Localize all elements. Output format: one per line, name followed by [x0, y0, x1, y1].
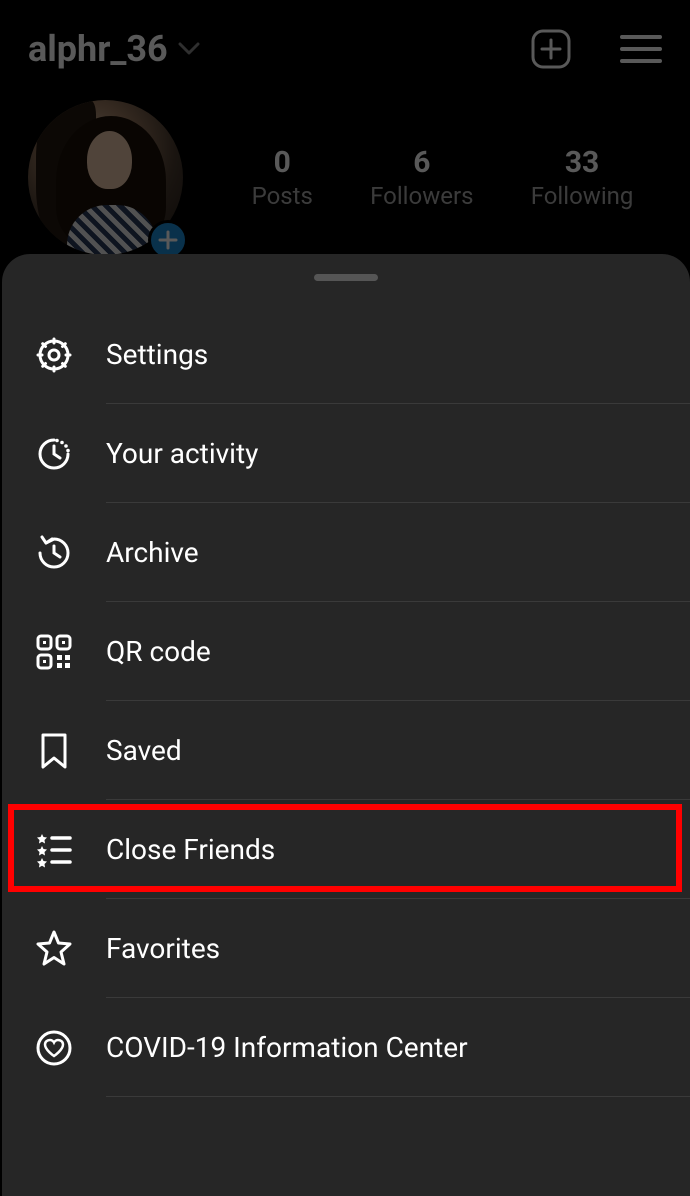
menu-item-close-friends[interactable]: Close Friends	[2, 800, 690, 899]
stat-following[interactable]: 33 Following	[531, 145, 634, 210]
menu-button[interactable]	[620, 33, 662, 65]
menu-label: QR code	[106, 635, 211, 668]
username: alphr_36	[28, 28, 168, 70]
star-icon	[34, 929, 74, 969]
gear-icon	[34, 335, 74, 375]
avatar-container[interactable]	[28, 100, 183, 255]
activity-icon	[34, 434, 74, 474]
bookmark-icon	[34, 731, 74, 771]
stat-count: 6	[370, 145, 473, 180]
heart-circle-icon	[34, 1028, 74, 1068]
stat-label: Followers	[370, 182, 473, 210]
stat-posts[interactable]: 0 Posts	[252, 145, 313, 210]
menu-label: Settings	[106, 338, 208, 371]
menu-label: Close Friends	[106, 833, 275, 866]
stat-label: Following	[531, 182, 634, 210]
archive-icon	[34, 533, 74, 573]
stat-count: 0	[252, 145, 313, 180]
menu-item-favorites[interactable]: Favorites	[2, 899, 690, 998]
close-friends-icon	[34, 830, 74, 870]
drag-handle[interactable]	[314, 274, 378, 281]
profile-header: alphr_36	[0, 0, 690, 70]
menu-item-activity[interactable]: Your activity	[2, 404, 690, 503]
menu-label: Saved	[106, 734, 182, 767]
menu-item-qrcode[interactable]: QR code	[2, 602, 690, 701]
chevron-down-icon	[178, 42, 200, 56]
divider	[106, 1096, 690, 1097]
stat-followers[interactable]: 6 Followers	[370, 145, 473, 210]
menu-item-archive[interactable]: Archive	[2, 503, 690, 602]
menu-label: COVID-19 Information Center	[106, 1031, 468, 1064]
profile-summary: 0 Posts 6 Followers 33 Following	[0, 70, 690, 255]
stat-count: 33	[531, 145, 634, 180]
header-actions	[530, 28, 662, 70]
menu-item-saved[interactable]: Saved	[2, 701, 690, 800]
stat-label: Posts	[252, 182, 313, 210]
username-switcher[interactable]: alphr_36	[28, 28, 200, 70]
bottom-sheet: Settings Your activity Archive	[2, 254, 690, 1196]
menu-item-covid[interactable]: COVID-19 Information Center	[2, 998, 690, 1097]
create-button[interactable]	[530, 28, 572, 70]
stats-row: 0 Posts 6 Followers 33 Following	[223, 145, 662, 210]
menu-label: Your activity	[106, 437, 258, 470]
menu-label: Archive	[106, 536, 199, 569]
menu-item-settings[interactable]: Settings	[2, 305, 690, 404]
qrcode-icon	[34, 632, 74, 672]
menu-label: Favorites	[106, 932, 220, 965]
